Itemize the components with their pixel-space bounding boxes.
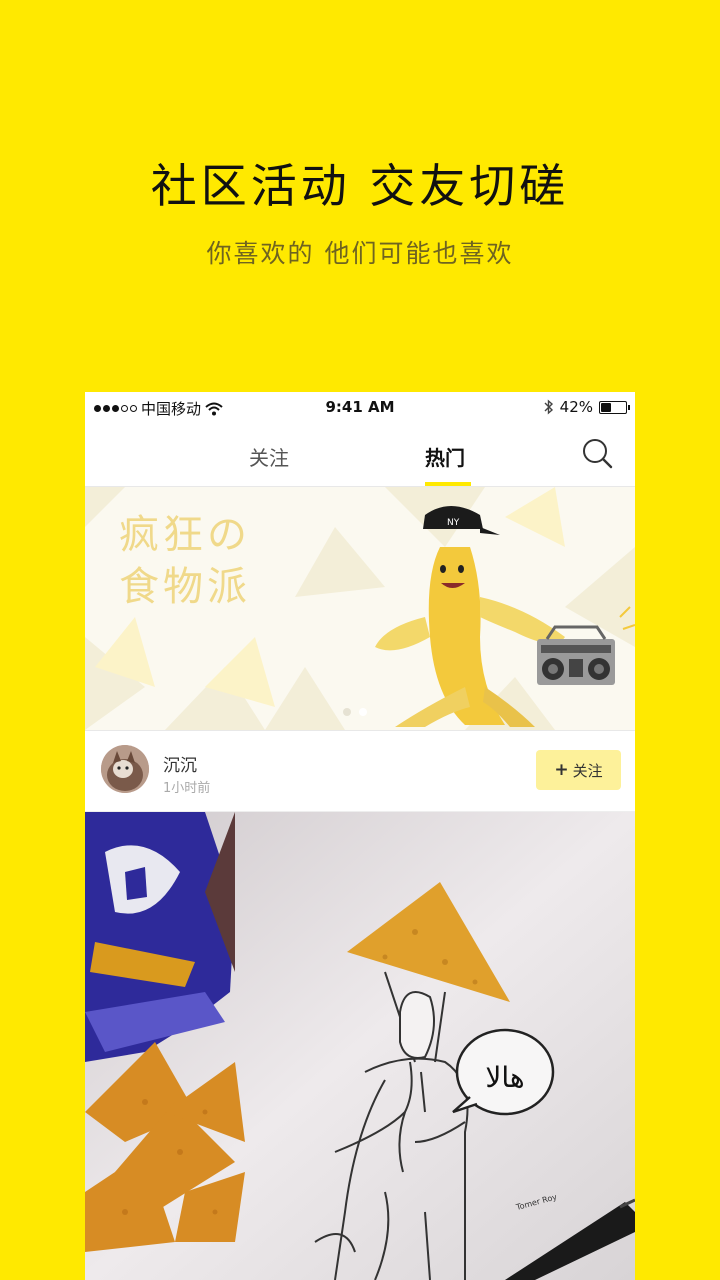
svg-text:NY: NY: [447, 518, 460, 528]
post-time: 1小时前: [163, 781, 211, 796]
tab-hot[interactable]: 热门: [425, 442, 465, 471]
banner-title-line1: 疯狂の: [119, 512, 251, 558]
promo-headline: 社区活动 交友切磋: [150, 159, 570, 213]
status-bar-right: 42%: [544, 398, 630, 416]
pager-dot[interactable]: [343, 708, 351, 716]
battery-percent: 42%: [559, 398, 593, 416]
status-bar: 中国移动 9:41 AM 42%: [85, 392, 635, 422]
follow-button[interactable]: + 关注: [536, 750, 621, 790]
post-photo-image: ﻫﺎﻻ Tomer Roy: [85, 812, 635, 1280]
post-header: 沉沉 1小时前 + 关注: [85, 731, 635, 812]
promo-subline: 你喜欢的 他们可能也喜欢: [206, 239, 514, 268]
phone-screen: 中国移动 9:41 AM 42% 关注 热门 NY 疯狂の 食物派 沉沉 1小时…: [85, 392, 635, 1280]
pager-dot-active[interactable]: [359, 708, 367, 716]
battery-cap: [628, 404, 630, 410]
plus-icon: +: [554, 760, 569, 780]
banana-illustration: NY: [375, 506, 565, 727]
avatar[interactable]: [101, 745, 149, 793]
bluetooth-icon: [544, 399, 553, 415]
featured-banner[interactable]: NY 疯狂の 食物派: [85, 487, 635, 731]
banner-title: 疯狂の 食物派: [119, 509, 251, 613]
post-username[interactable]: 沉沉: [163, 751, 197, 776]
banner-pager: [343, 708, 367, 716]
speech-bubble-text: ﻫﺎﻻ: [485, 1061, 524, 1094]
battery-fill: [601, 402, 611, 412]
follow-button-label: 关注: [572, 761, 603, 780]
battery-icon: [599, 400, 630, 414]
tab-active-indicator: [425, 482, 471, 486]
avatar-image: [101, 745, 149, 793]
search-icon[interactable]: [580, 436, 614, 470]
banner-title-line2: 食物派: [119, 564, 251, 610]
post-photo[interactable]: ﻫﺎﻻ Tomer Roy: [85, 812, 635, 1280]
tab-follow[interactable]: 关注: [249, 442, 289, 471]
tab-bar: 关注 热门: [85, 422, 635, 487]
